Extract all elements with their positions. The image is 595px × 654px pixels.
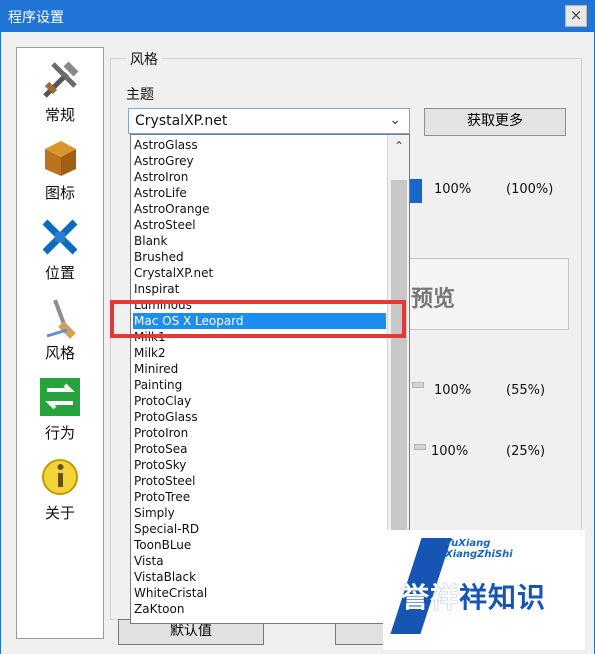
sidebar-label-behavior: 行为 xyxy=(44,424,75,442)
sidebar-label-general: 常规 xyxy=(44,106,75,124)
theme-option[interactable]: AstroIron xyxy=(133,169,386,185)
tertiary-value: 100% xyxy=(431,444,469,459)
theme-label: 主题 xyxy=(126,87,154,103)
title-bar: 程序设置 × xyxy=(0,0,595,32)
theme-option[interactable]: ProtoSea xyxy=(133,441,386,457)
theme-option[interactable]: AstroGrey xyxy=(133,153,386,169)
info-icon xyxy=(42,459,78,495)
theme-option[interactable]: Brushed xyxy=(133,249,386,265)
sidebar-label-position: 位置 xyxy=(44,264,75,282)
window-title: 程序设置 xyxy=(8,10,64,26)
sidebar-item-about[interactable]: 关于 xyxy=(17,454,103,532)
theme-option[interactable]: AstroLife xyxy=(133,185,386,201)
brush-icon xyxy=(46,299,76,339)
sidebar-label-style: 风格 xyxy=(44,344,75,362)
theme-option[interactable]: ToonBLue xyxy=(133,537,386,553)
secondary-value: 100% xyxy=(434,383,472,398)
theme-dropdown-list[interactable]: AstroGlass AstroGrey AstroIron AstroLife… xyxy=(130,134,410,624)
sidebar-item-style[interactable]: 风格 xyxy=(17,294,103,372)
opacity-slider-fill[interactable] xyxy=(408,179,422,203)
theme-option[interactable]: VistaBlack xyxy=(133,569,386,585)
opacity-value: 100% xyxy=(434,182,472,197)
sidebar-item-icons[interactable]: 图标 xyxy=(17,134,103,212)
opacity-value-in-parentheses: (100%) xyxy=(506,182,554,197)
theme-option[interactable]: ProtoGlass xyxy=(133,409,386,425)
theme-option[interactable]: ZaKtoon xyxy=(133,601,386,617)
theme-selected-value: CrystalXP.net xyxy=(135,113,228,129)
selection-highlight-box xyxy=(110,300,406,338)
get-more-button[interactable]: 获取更多 xyxy=(424,108,566,136)
tools-icon xyxy=(43,61,79,98)
watermark-logo: YuXiang XiangZhiShi 誉祥祥知识 xyxy=(383,530,585,650)
secondary-value-in-parentheses: (55%) xyxy=(506,383,546,398)
sidebar: 常规 图标 位置 风格 行为 关于 xyxy=(16,47,104,639)
theme-option[interactable]: ProtoClay xyxy=(133,393,386,409)
watermark-english-text: YuXiang XiangZhiShi xyxy=(445,538,513,560)
theme-option[interactable]: CrystalXP.net xyxy=(133,265,386,281)
theme-option[interactable]: AstroSteel xyxy=(133,217,386,233)
theme-combobox[interactable]: CrystalXP.net ⌄ xyxy=(128,108,410,134)
theme-option[interactable]: ProtoTree xyxy=(133,489,386,505)
arrows-icon xyxy=(42,219,78,255)
preview-label: 预览 xyxy=(411,287,456,312)
theme-option[interactable]: Special-RD xyxy=(133,521,386,537)
theme-option[interactable]: Minired xyxy=(133,361,386,377)
sidebar-label-about: 关于 xyxy=(44,504,75,522)
theme-option[interactable]: Blank xyxy=(133,233,386,249)
box-icon xyxy=(45,141,76,176)
theme-option[interactable]: Inspirat xyxy=(133,281,386,297)
style-group-title: 风格 xyxy=(126,49,162,69)
sidebar-item-general[interactable]: 常规 xyxy=(17,56,103,134)
theme-option[interactable]: ProtoSteel xyxy=(133,473,386,489)
sidebar-item-position[interactable]: 位置 xyxy=(17,214,103,292)
watermark-brand-text: 誉祥祥知识 xyxy=(401,581,547,614)
tertiary-value-in-parentheses: (25%) xyxy=(506,444,546,459)
sidebar-label-icons: 图标 xyxy=(44,184,75,202)
theme-option[interactable]: ProtoSky xyxy=(133,457,386,473)
preview-panel: 预览 xyxy=(400,258,569,330)
theme-option[interactable]: AstroOrange xyxy=(133,201,386,217)
close-button[interactable]: × xyxy=(565,5,587,27)
theme-option[interactable]: Milk2 xyxy=(133,345,386,361)
theme-option[interactable]: AstroGlass xyxy=(133,137,386,153)
sidebar-item-behavior[interactable]: 行为 xyxy=(17,374,103,452)
scroll-up-icon[interactable]: ⌃ xyxy=(388,135,409,157)
theme-option[interactable]: Simply xyxy=(133,505,386,521)
theme-option[interactable]: WhiteCristal xyxy=(133,585,386,601)
slider-mid[interactable] xyxy=(412,382,424,388)
slider-low[interactable] xyxy=(414,444,426,450)
theme-option[interactable]: ProtoIron xyxy=(133,425,386,441)
exchange-icon xyxy=(40,378,80,416)
theme-option[interactable]: Vista xyxy=(133,553,386,569)
theme-option[interactable]: Painting xyxy=(133,377,386,393)
chevron-down-icon[interactable]: ⌄ xyxy=(389,112,401,128)
